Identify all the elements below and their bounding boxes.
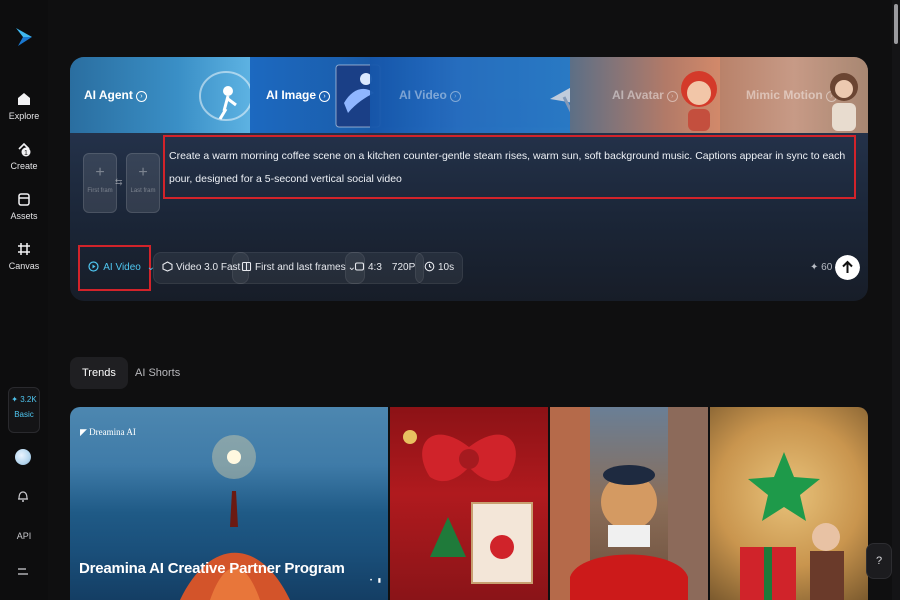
help-button[interactable]: ? (866, 543, 892, 579)
bell-icon[interactable] (16, 489, 30, 503)
dreamina-logo-icon[interactable] (14, 26, 34, 48)
sidebar: Explore 1 Create Assets Canvas ✦ 3.2K Ba… (0, 0, 48, 600)
model-label: Video 3.0 Fast (176, 262, 241, 273)
christmas-bow-artwork (403, 430, 533, 584)
sidebar-item-label: Create (10, 161, 38, 171)
api-link[interactable]: API (0, 531, 48, 541)
ai-avatar-artwork (681, 71, 717, 131)
avatar[interactable] (15, 449, 31, 465)
duration-select[interactable]: 10s (415, 252, 464, 284)
generator-tabs: AI Agent › AI Image › AI Video › AI Avatar › (70, 57, 868, 133)
scrollbar-thumb[interactable] (894, 4, 898, 44)
chevron-right-icon: › (449, 91, 461, 102)
page-scrollbar[interactable] (892, 0, 900, 600)
video-mode-icon (88, 261, 99, 272)
mode-select[interactable]: AI Video ⌄ (78, 245, 155, 291)
ratio-resolution-select[interactable]: 4:3 720P (345, 252, 425, 284)
tab-ai-shorts[interactable]: AI Shorts (123, 357, 192, 389)
credits-badge[interactable]: ✦ 3.2K Basic (8, 387, 40, 433)
gift-star-artwork (740, 452, 844, 600)
tab-ai-avatar[interactable]: AI Avatar › (570, 57, 730, 133)
sidebar-item-assets[interactable]: Assets (0, 191, 48, 221)
first-frame-label: First fram (87, 188, 113, 194)
trend-card[interactable] (390, 407, 548, 600)
ratio-label: 4:3 (368, 262, 382, 273)
tab-label: AI Agent › (84, 88, 147, 102)
tab-label: AI Avatar › (612, 88, 678, 102)
tab-ai-agent[interactable]: AI Agent › (70, 57, 250, 133)
featured-card[interactable]: ◤ Dreamina AI Dreamina AI Creative Partn… (70, 407, 388, 600)
assets-icon (18, 193, 30, 206)
sidebar-item-canvas[interactable]: Canvas (0, 241, 48, 271)
frames-icon (241, 261, 252, 272)
help-icon: ? (875, 555, 883, 567)
aspect-ratio-icon (354, 262, 365, 271)
last-frame-label: Last fram (130, 188, 156, 194)
last-frame-upload[interactable]: + Last fram (126, 153, 160, 213)
mimic-motion-artwork (830, 73, 858, 131)
sidebar-item-label: Assets (10, 211, 38, 221)
sidebar-item-create[interactable]: 1 Create (0, 141, 48, 171)
trend-card[interactable] (710, 407, 868, 600)
resolution-label: 720P (391, 262, 416, 273)
tab-label: AI Image › (266, 88, 331, 102)
credit-icon: ✦ (810, 262, 819, 273)
duration-label: 10s (438, 262, 455, 273)
tab-mimic-motion[interactable]: Mimic Motion › (720, 57, 868, 133)
create-icon: 1 (18, 142, 31, 157)
sidebar-item-label: Canvas (8, 261, 40, 271)
plus-icon: + (138, 164, 148, 181)
tab-ai-video[interactable]: AI Video › (370, 57, 590, 133)
first-frame-upload[interactable]: + First fram (83, 153, 117, 213)
model-icon (162, 261, 173, 272)
credits-amount: ✦ 3.2K (11, 395, 37, 404)
sidebar-item-label: Explore (8, 111, 40, 121)
ai-agent-artwork (199, 71, 250, 121)
generate-button[interactable] (835, 255, 860, 280)
featured-card-title: Dreamina AI Creative Partner Program (79, 560, 345, 577)
chevron-right-icon: › (319, 91, 331, 102)
frames-mode-label: First and last frames (255, 262, 346, 273)
dog-car-artwork (550, 407, 708, 600)
swap-frames-icon[interactable]: ⇆ (115, 177, 123, 188)
home-icon (18, 93, 30, 105)
sidebar-item-explore[interactable]: Explore (0, 91, 48, 121)
plan-tier: Basic (14, 410, 34, 419)
tab-trends[interactable]: Trends (70, 357, 128, 389)
credit-cost-value: 60 (821, 262, 833, 273)
svg-text:1: 1 (24, 150, 28, 157)
prompt-input[interactable]: Create a warm morning coffee scene on a … (163, 135, 856, 199)
credit-cost: ✦ 60 (810, 262, 832, 273)
menu-icon[interactable] (17, 567, 29, 577)
mode-select-label: AI Video (103, 262, 141, 273)
clock-icon (424, 261, 435, 272)
tab-label: AI Video › (399, 88, 461, 102)
canvas-icon (18, 243, 30, 255)
carousel-dots[interactable]: • ▮ (370, 577, 383, 584)
chevron-right-icon: › (135, 91, 147, 102)
trend-card[interactable] (550, 407, 708, 600)
plus-icon: + (95, 164, 105, 181)
